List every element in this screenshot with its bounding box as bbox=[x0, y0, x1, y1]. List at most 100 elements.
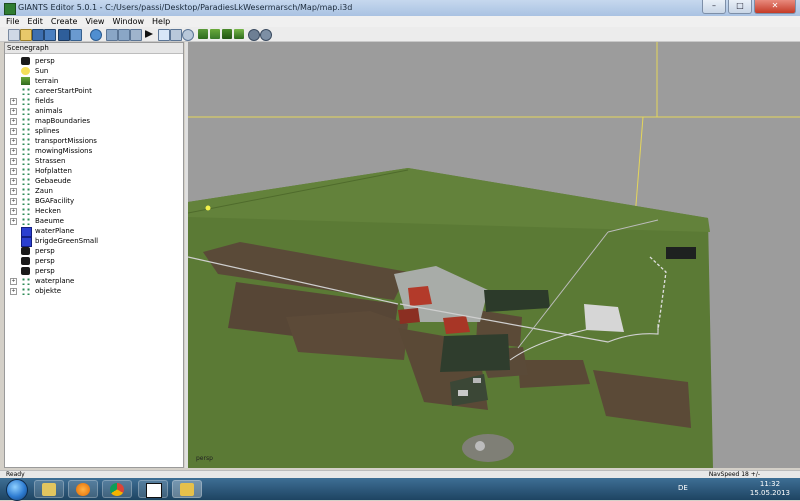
terrain2-icon[interactable] bbox=[210, 29, 220, 39]
foliage-icon[interactable] bbox=[234, 29, 244, 39]
scenegraph-node[interactable]: + splines bbox=[5, 126, 183, 136]
scenegraph-node[interactable]: + fields bbox=[5, 96, 183, 106]
maximize-button[interactable]: □ bbox=[728, 0, 752, 14]
save2-icon[interactable] bbox=[70, 29, 82, 41]
expand-icon[interactable]: + bbox=[10, 108, 17, 115]
refresh-icon[interactable] bbox=[90, 29, 102, 41]
transform-icon bbox=[21, 137, 30, 145]
expand-icon[interactable]: + bbox=[10, 98, 17, 105]
chrome-icon bbox=[110, 483, 124, 496]
select-icon[interactable] bbox=[158, 29, 170, 41]
expand-icon[interactable]: + bbox=[10, 288, 17, 295]
paint-icon[interactable] bbox=[222, 29, 232, 39]
expand-icon[interactable]: + bbox=[10, 178, 17, 185]
rotate-icon[interactable] bbox=[182, 29, 194, 41]
settings-icon[interactable] bbox=[260, 29, 272, 41]
lightning-icon[interactable] bbox=[248, 29, 260, 41]
transform-icon bbox=[21, 127, 30, 135]
save-icon[interactable] bbox=[32, 29, 44, 41]
scenegraph-node[interactable]: + transportMissions bbox=[5, 136, 183, 146]
scenegraph-node-label: fields bbox=[35, 97, 54, 105]
scenegraph-node[interactable]: terrain bbox=[5, 76, 183, 86]
scenegraph-node-label: BGAFacility bbox=[35, 197, 75, 205]
village-south bbox=[462, 434, 514, 462]
clock[interactable]: 11:32 15.05.2013 bbox=[750, 480, 790, 498]
scenegraph-node-label: Zaun bbox=[35, 187, 53, 195]
transform-icon bbox=[21, 147, 30, 155]
sun-marker bbox=[205, 205, 211, 211]
move-icon[interactable] bbox=[170, 29, 182, 41]
menu-help[interactable]: Help bbox=[152, 16, 170, 27]
scenegraph-node-label: persp bbox=[35, 57, 55, 65]
scenegraph-node[interactable]: + waterplane bbox=[5, 276, 183, 286]
3d-viewport[interactable]: persp bbox=[188, 42, 800, 468]
taskbar-7zip[interactable] bbox=[138, 480, 168, 498]
language-indicator[interactable]: DE bbox=[678, 484, 688, 492]
scenegraph-node[interactable]: + mowingMissions bbox=[5, 146, 183, 156]
transform-icon bbox=[21, 97, 30, 105]
redo2-icon[interactable] bbox=[130, 29, 142, 41]
transform-icon bbox=[21, 207, 30, 215]
transform-icon bbox=[21, 197, 30, 205]
menu-view[interactable]: View bbox=[85, 16, 104, 27]
menu-window[interactable]: Window bbox=[112, 16, 144, 27]
minimize-icon: – bbox=[712, 1, 716, 10]
expand-icon[interactable]: + bbox=[10, 278, 17, 285]
app-icon bbox=[4, 3, 16, 15]
building-south bbox=[458, 390, 468, 396]
scenegraph-node[interactable]: persp bbox=[5, 246, 183, 256]
expand-icon[interactable]: + bbox=[10, 138, 17, 145]
scenegraph-node[interactable]: persp bbox=[5, 256, 183, 266]
scenegraph-node[interactable]: Sun bbox=[5, 66, 183, 76]
scenegraph-node[interactable]: + Baeume bbox=[5, 216, 183, 226]
close-button[interactable]: ✕ bbox=[754, 0, 796, 14]
start-button[interactable] bbox=[3, 478, 31, 501]
expand-icon[interactable]: + bbox=[10, 198, 17, 205]
menu-file[interactable]: File bbox=[6, 16, 19, 27]
scenegraph-node-label: objekte bbox=[35, 287, 62, 295]
scenegraph-node[interactable]: + Hofplatten bbox=[5, 166, 183, 176]
taskbar-chrome[interactable] bbox=[102, 480, 132, 498]
scenegraph-node[interactable]: waterPlane bbox=[5, 226, 183, 237]
expand-icon[interactable]: + bbox=[10, 118, 17, 125]
scenegraph-node[interactable]: + animals bbox=[5, 106, 183, 116]
transform-icon bbox=[21, 187, 30, 195]
taskbar-media-player[interactable] bbox=[68, 480, 98, 498]
scenegraph-node[interactable]: + Hecken bbox=[5, 206, 183, 216]
scenegraph-panel: Scenegraph persp Sun terrain careerStartPoi… bbox=[4, 42, 184, 468]
scenegraph-node[interactable]: careerStartPoint bbox=[5, 86, 183, 96]
menu-edit[interactable]: Edit bbox=[27, 16, 43, 27]
scenegraph-node[interactable]: persp bbox=[5, 266, 183, 276]
expand-icon[interactable]: + bbox=[10, 158, 17, 165]
expand-icon[interactable]: + bbox=[10, 168, 17, 175]
scenegraph-node[interactable]: + BGAFacility bbox=[5, 196, 183, 206]
expand-icon[interactable]: + bbox=[10, 148, 17, 155]
print-icon[interactable] bbox=[58, 29, 70, 41]
terrain-icon[interactable] bbox=[198, 29, 208, 39]
menu-bar: File Edit Create View Window Help bbox=[0, 16, 800, 27]
scenegraph-node[interactable]: + objekte bbox=[5, 286, 183, 296]
forest-2 bbox=[440, 334, 510, 372]
play-icon[interactable] bbox=[145, 30, 153, 38]
minimize-button[interactable]: – bbox=[702, 0, 726, 14]
expand-icon[interactable]: + bbox=[10, 208, 17, 215]
new-icon[interactable] bbox=[8, 29, 20, 41]
redo-icon[interactable] bbox=[118, 29, 130, 41]
scenegraph-node[interactable]: + mapBoundaries bbox=[5, 116, 183, 126]
scenegraph-title: Scenegraph bbox=[5, 43, 183, 54]
expand-icon[interactable]: + bbox=[10, 188, 17, 195]
expand-icon[interactable]: + bbox=[10, 218, 17, 225]
scenegraph-node[interactable]: brigdeGreenSmall bbox=[5, 236, 183, 247]
taskbar-explorer[interactable] bbox=[34, 480, 64, 498]
expand-icon[interactable]: + bbox=[10, 128, 17, 135]
scenegraph-node[interactable]: + Strassen bbox=[5, 156, 183, 166]
save-all-icon[interactable] bbox=[44, 29, 56, 41]
scenegraph-node-label: persp bbox=[35, 257, 55, 265]
undo-icon[interactable] bbox=[106, 29, 118, 41]
scenegraph-node[interactable]: + Gebaeude bbox=[5, 176, 183, 186]
menu-create[interactable]: Create bbox=[51, 16, 78, 27]
scenegraph-node[interactable]: + Zaun bbox=[5, 186, 183, 196]
taskbar-giants-editor[interactable] bbox=[172, 480, 202, 498]
open-icon[interactable] bbox=[20, 29, 32, 41]
scenegraph-node[interactable]: persp bbox=[5, 56, 183, 66]
